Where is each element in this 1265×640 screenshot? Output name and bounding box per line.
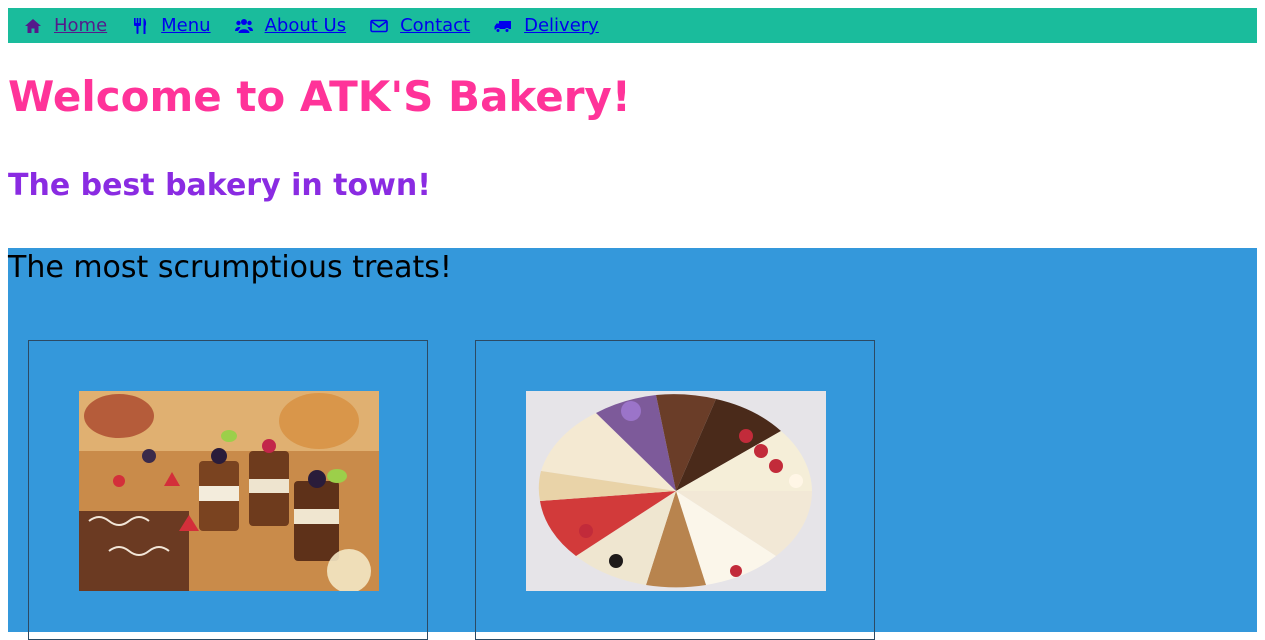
nav-link-delivery[interactable]: Delivery — [494, 15, 599, 36]
desserts-display-image — [79, 391, 379, 591]
nav-label-contact: Contact — [400, 15, 471, 36]
cake-slices-image — [526, 391, 826, 591]
nav-label-delivery: Delivery — [524, 15, 599, 36]
nav-link-contact[interactable]: Contact — [370, 15, 470, 36]
treat-card — [28, 340, 428, 640]
treat-card — [475, 340, 875, 640]
envelope-icon — [370, 17, 388, 35]
page-subtitle: The best bakery in town! — [8, 168, 431, 203]
nav-label-about-us: About Us — [264, 15, 347, 36]
treats-section: The most scrumptious treats! — [8, 248, 1257, 640]
nav-link-home[interactable]: Home — [24, 15, 107, 36]
nav-link-about-us[interactable]: About Us — [234, 15, 347, 36]
treats-heading: The most scrumptious treats! — [8, 250, 452, 285]
utensils-icon — [131, 17, 149, 35]
nav-label-home: Home — [54, 15, 108, 36]
truck-icon — [494, 17, 512, 35]
nav-label-menu: Menu — [161, 15, 211, 36]
nav-link-menu[interactable]: Menu — [131, 15, 211, 36]
home-icon — [24, 17, 42, 35]
users-icon — [234, 17, 253, 35]
page-title: Welcome to ATK'S Bakery! — [8, 72, 631, 121]
top-navbar: Home Menu About Us Contact Delivery — [8, 8, 1257, 43]
